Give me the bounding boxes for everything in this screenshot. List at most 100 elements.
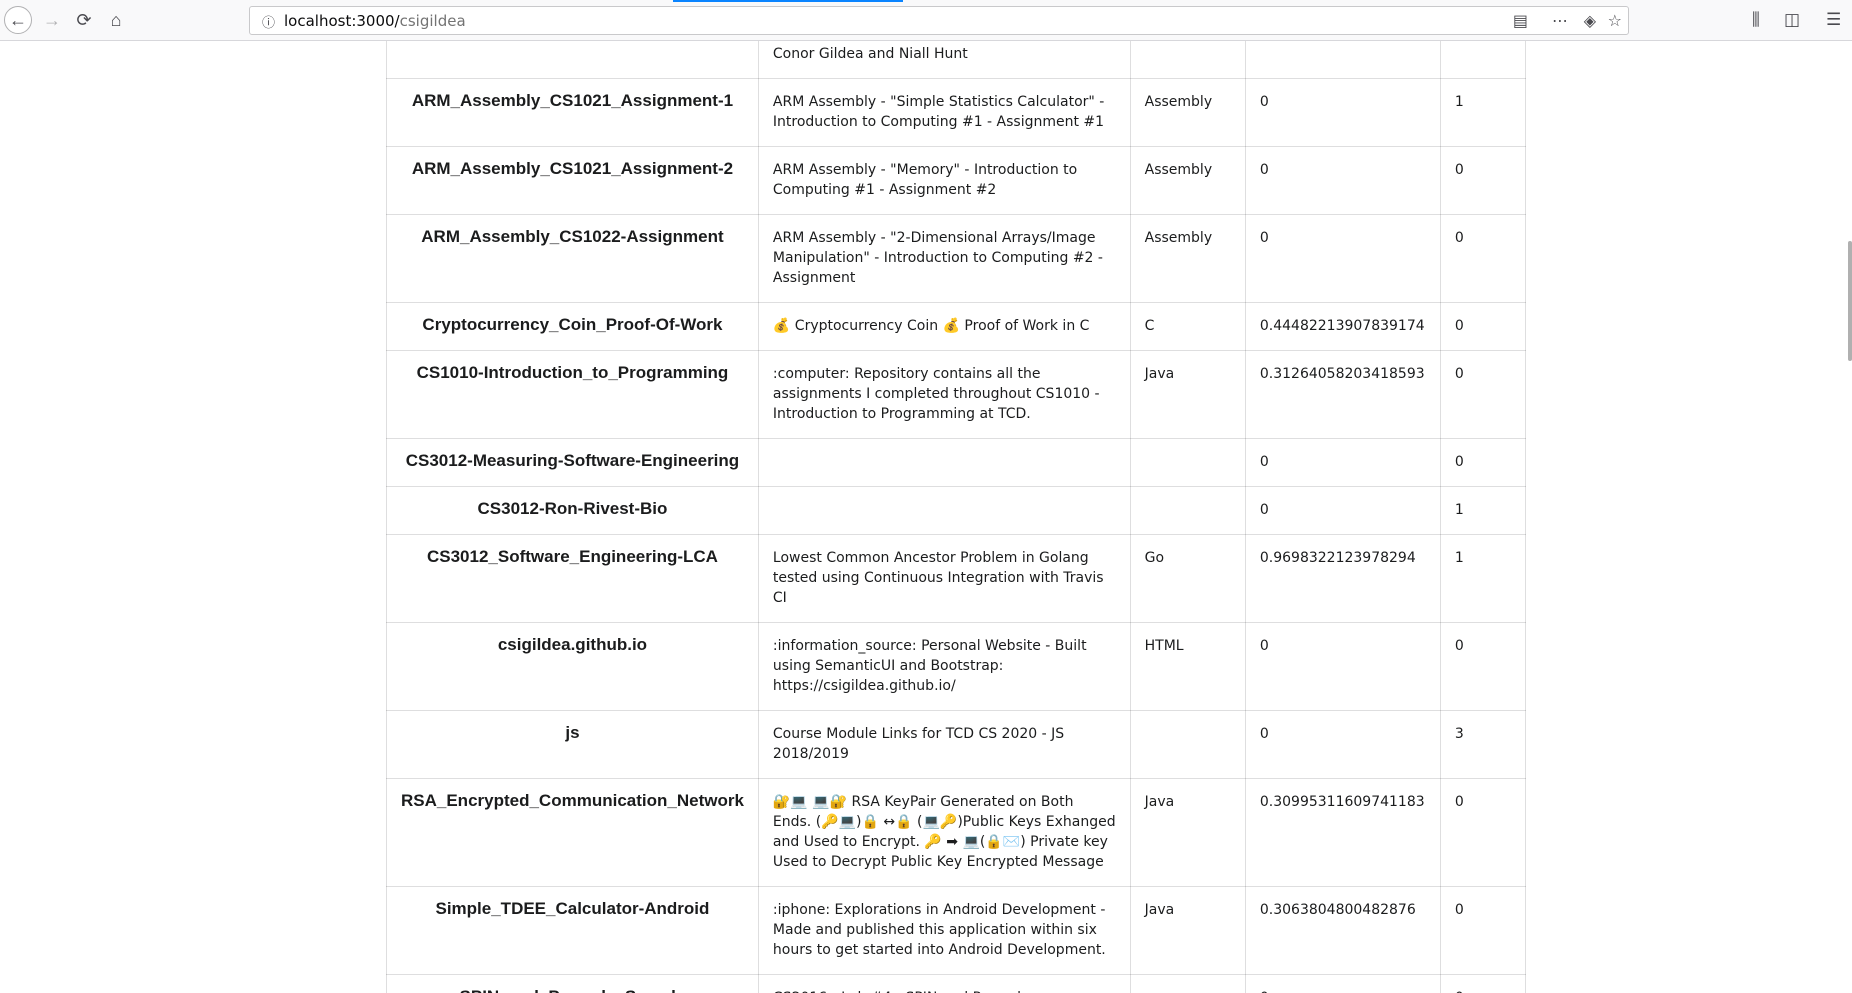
repo-language bbox=[1129, 486, 1246, 535]
url-host: localhost:3000/ bbox=[284, 12, 400, 30]
reader-view-icon[interactable]: ▤ bbox=[1513, 11, 1528, 31]
home-button[interactable]: ⌂ bbox=[102, 6, 130, 34]
pocket-icon[interactable]: ◈ bbox=[1584, 11, 1596, 31]
repo-forks: 0 bbox=[1439, 350, 1527, 439]
repo-description: ARM Assembly - "Memory" - Introduction t… bbox=[757, 146, 1131, 215]
table-row: ARM_Assembly_CS1021_Assignment-2 ARM Asse… bbox=[386, 146, 1527, 215]
repo-name: js bbox=[386, 710, 759, 779]
repo-name: Simple_TDEE_Calculator-Android bbox=[386, 886, 759, 975]
repo-forks: 1 bbox=[1439, 486, 1527, 535]
repo-name: RSA_Encrypted_Communication_Network bbox=[386, 778, 759, 887]
repo-forks: 0 bbox=[1439, 438, 1527, 487]
repo-description: :information_source: Personal Website - … bbox=[757, 622, 1131, 711]
menu-icon[interactable]: ☰ bbox=[1826, 10, 1841, 30]
repo-language: Assembly bbox=[1129, 146, 1246, 215]
table-row: CS1010-Introduction_to_Programming:compu… bbox=[386, 350, 1527, 439]
sidebar-icon[interactable]: ◫ bbox=[1784, 10, 1800, 30]
page-content: Conor Gildea and Niall Hunt ARM_Assembly… bbox=[0, 41, 1852, 993]
repo-score: 0.30995311609741183 bbox=[1244, 778, 1441, 887]
table-row: RSA_Encrypted_Communication_Network 🔐💻 💻🔐… bbox=[386, 778, 1527, 887]
repo-forks: 3 bbox=[1439, 710, 1527, 779]
repo-score: 0 bbox=[1244, 710, 1441, 779]
repo-description bbox=[757, 486, 1131, 535]
repo-description: Conor Gildea and Niall Hunt bbox=[757, 41, 1131, 79]
table-row: Simple_TDEE_Calculator-Android:iphone: E… bbox=[386, 886, 1527, 975]
repo-forks: 0 bbox=[1439, 622, 1527, 711]
table-row: Conor Gildea and Niall Hunt bbox=[386, 41, 1527, 79]
repo-language: Go bbox=[1129, 534, 1246, 623]
site-info-icon[interactable]: ⓘ bbox=[262, 12, 275, 31]
repo-description: 🔐💻 💻🔐 RSA KeyPair Generated on Both Ends… bbox=[757, 778, 1131, 887]
repo-forks: 0 bbox=[1439, 146, 1527, 215]
page-actions-icon[interactable]: ⋯ bbox=[1552, 11, 1568, 31]
repo-name: ARM_Assembly_CS1021_Assignment-2 bbox=[386, 146, 759, 215]
repo-language: HTML bbox=[1129, 622, 1246, 711]
repo-name: ARM_Assembly_CS1022-Assignment bbox=[386, 214, 759, 303]
repo-forks: 1 bbox=[1439, 78, 1527, 147]
table-row: Cryptocurrency_Coin_Proof-Of-Work 💰 Crypt… bbox=[386, 302, 1527, 351]
back-button[interactable]: ← bbox=[4, 6, 32, 34]
repo-name: Cryptocurrency_Coin_Proof-Of-Work bbox=[386, 302, 759, 351]
repo-name: CS3012-Measuring-Software-Engineering bbox=[386, 438, 759, 487]
bookmark-star-icon[interactable]: ☆ bbox=[1608, 11, 1622, 31]
reload-icon: ⟳ bbox=[76, 9, 92, 30]
repo-description: ARM Assembly - "2-Dimensional Arrays/Ima… bbox=[757, 214, 1131, 303]
repo-score: 0.9698322123978294 bbox=[1244, 534, 1441, 623]
reload-button[interactable]: ⟳ bbox=[70, 6, 98, 34]
repo-name: CS1010-Introduction_to_Programming bbox=[386, 350, 759, 439]
repo-language: Java bbox=[1129, 778, 1246, 887]
repo-score: 0.3063804800482876 bbox=[1244, 886, 1441, 975]
repo-forks: 0 bbox=[1439, 302, 1527, 351]
repo-name: ARM_Assembly_CS1021_Assignment-1 bbox=[386, 78, 759, 147]
repo-language: Assembly bbox=[1129, 214, 1246, 303]
forward-button[interactable]: → bbox=[38, 6, 66, 34]
home-icon: ⌂ bbox=[110, 9, 122, 30]
table-row: SPIN_and_Promela_SampleCS2016 - Lab #4 -… bbox=[386, 974, 1527, 993]
repo-description: ARM Assembly - "Simple Statistics Calcul… bbox=[757, 78, 1131, 147]
repo-forks: 0 bbox=[1439, 886, 1527, 975]
repo-description: CS2016 - Lab #4 - SPIN and Promela bbox=[757, 974, 1131, 993]
forward-arrow-icon: → bbox=[43, 9, 61, 30]
browser-toolbar: ← → ⟳ ⌂ ⓘ localhost:3000/csigildea ▤ ⋯ ◈… bbox=[0, 0, 1852, 41]
address-bar[interactable]: ⓘ localhost:3000/csigildea ▤ ⋯ ◈ ☆ bbox=[249, 6, 1629, 35]
repo-name: SPIN_and_Promela_Sample bbox=[386, 974, 759, 993]
repo-score: 0 bbox=[1244, 78, 1441, 147]
url-path: csigildea bbox=[399, 12, 466, 30]
repo-language bbox=[1129, 710, 1246, 779]
scrollbar-thumb[interactable] bbox=[1848, 241, 1852, 361]
repo-description: 💰 Cryptocurrency Coin 💰 Proof of Work in… bbox=[757, 302, 1131, 351]
repo-score: 0 bbox=[1244, 974, 1441, 993]
back-arrow-icon: ← bbox=[9, 9, 27, 30]
repo-language bbox=[1129, 974, 1246, 993]
table-row: js Course Module Links for TCD CS 2020 - … bbox=[386, 710, 1527, 779]
url-text[interactable]: localhost:3000/csigildea bbox=[284, 12, 466, 30]
library-icon[interactable]: ⫼ bbox=[1752, 10, 1760, 30]
repo-language: Assembly bbox=[1129, 78, 1246, 147]
repo-score: 0 bbox=[1244, 146, 1441, 215]
repo-name: CS3012-Ron-Rivest-Bio bbox=[386, 486, 759, 535]
repo-score: 0 bbox=[1244, 438, 1441, 487]
repo-table: Conor Gildea and Niall Hunt ARM_Assembly… bbox=[386, 41, 1527, 993]
table-row: CS3012-Measuring-Software-Engineering 0 0 bbox=[386, 438, 1527, 487]
repo-forks: 0 bbox=[1439, 778, 1527, 887]
table-row: CS3012_Software_Engineering-LCA Lowest Co… bbox=[386, 534, 1527, 623]
table-row: CS3012-Ron-Rivest-Bio 0 1 bbox=[386, 486, 1527, 535]
repo-language: Java bbox=[1129, 886, 1246, 975]
repo-forks: 0 bbox=[1439, 214, 1527, 303]
repo-language bbox=[1129, 438, 1246, 487]
repo-description bbox=[757, 438, 1131, 487]
repo-name: csigildea.github.io bbox=[386, 622, 759, 711]
repo-score: 0.44482213907839174 bbox=[1244, 302, 1441, 351]
repo-description: :iphone: Explorations in Android Develop… bbox=[757, 886, 1131, 975]
repo-description: :computer: Repository contains all the a… bbox=[757, 350, 1131, 439]
repo-score: 0 bbox=[1244, 214, 1441, 303]
repo-language: Java bbox=[1129, 350, 1246, 439]
table-row: csigildea.github.io:information_source: … bbox=[386, 622, 1527, 711]
repo-forks: 0 bbox=[1439, 974, 1527, 993]
repo-language: C bbox=[1129, 302, 1246, 351]
repo-score: 0 bbox=[1244, 486, 1441, 535]
repo-description: Lowest Common Ancestor Problem in Golang… bbox=[757, 534, 1131, 623]
active-tab-indicator bbox=[673, 0, 903, 2]
repo-forks: 1 bbox=[1439, 534, 1527, 623]
table-row: ARM_Assembly_CS1021_Assignment-1 ARM Asse… bbox=[386, 78, 1527, 147]
